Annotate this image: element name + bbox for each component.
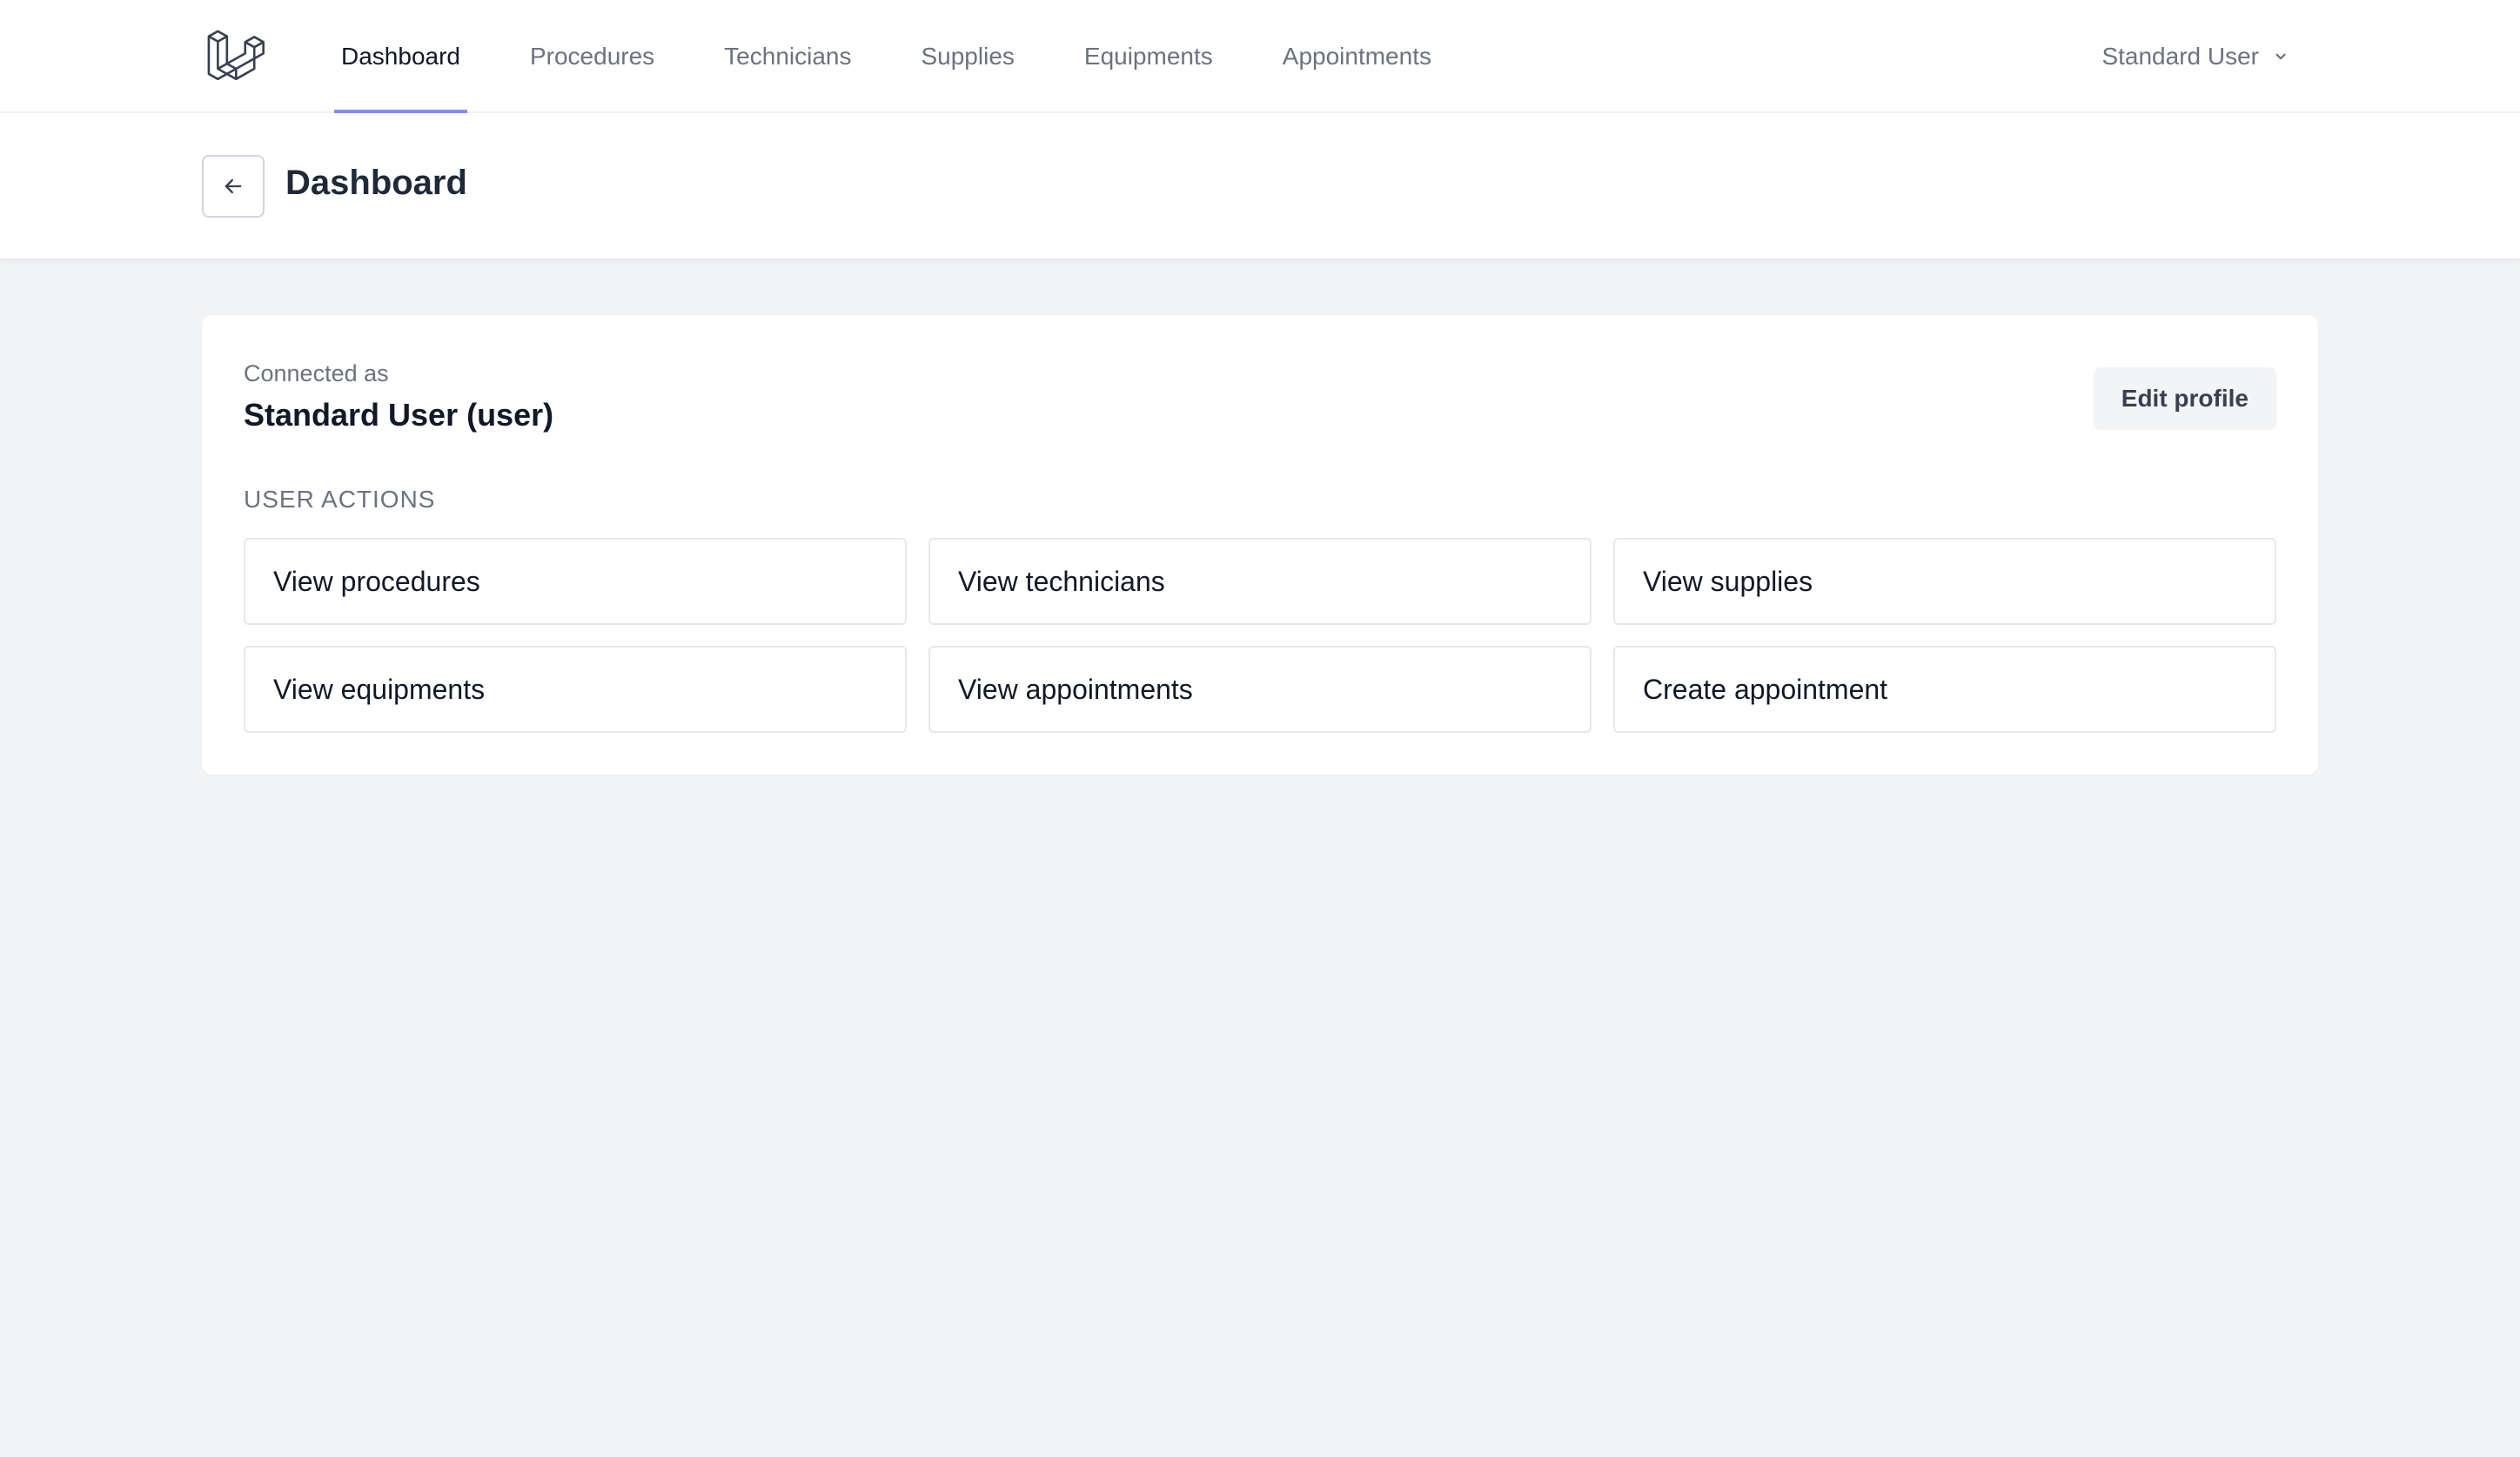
nav-item-dashboard[interactable]: Dashboard [334,0,467,113]
back-button[interactable] [202,155,265,218]
dashboard-card: Connected as Standard User (user) Edit p… [202,315,2318,775]
nav-item-procedures[interactable]: Procedures [523,0,661,113]
view-procedures-button[interactable]: View procedures [244,538,907,625]
user-actions-grid: View procedures View technicians View su… [244,538,2276,733]
nav-links: Dashboard Procedures Technicians Supplie… [334,0,1494,113]
nav-item-appointments[interactable]: Appointments [1276,0,1438,113]
top-navigation: Dashboard Procedures Technicians Supplie… [0,0,2520,113]
page-title: Dashboard [285,164,467,202]
arrow-left-icon [225,178,242,194]
connected-user-name: Standard User (user) [244,397,554,433]
edit-profile-button[interactable]: Edit profile [2093,367,2276,430]
chevron-down-icon [2275,53,2286,60]
laravel-logo-icon[interactable] [205,26,265,85]
nav-item-technicians[interactable]: Technicians [717,0,858,113]
view-equipments-button[interactable]: View equipments [244,646,907,733]
view-supplies-button[interactable]: View supplies [1613,538,2276,625]
nav-item-supplies[interactable]: Supplies [914,0,1021,113]
create-appointment-button[interactable]: Create appointment [1613,646,2276,733]
user-menu-dropdown[interactable]: Standard User [2101,0,2290,113]
page-header: Dashboard [0,113,2520,259]
view-appointments-button[interactable]: View appointments [928,646,1592,733]
connected-as-label: Connected as [244,360,389,386]
nav-item-equipments[interactable]: Equipments [1077,0,1220,113]
view-technicians-button[interactable]: View technicians [928,538,1592,625]
user-actions-heading: USER ACTIONS [244,486,436,513]
user-menu-label: Standard User [2101,43,2259,70]
